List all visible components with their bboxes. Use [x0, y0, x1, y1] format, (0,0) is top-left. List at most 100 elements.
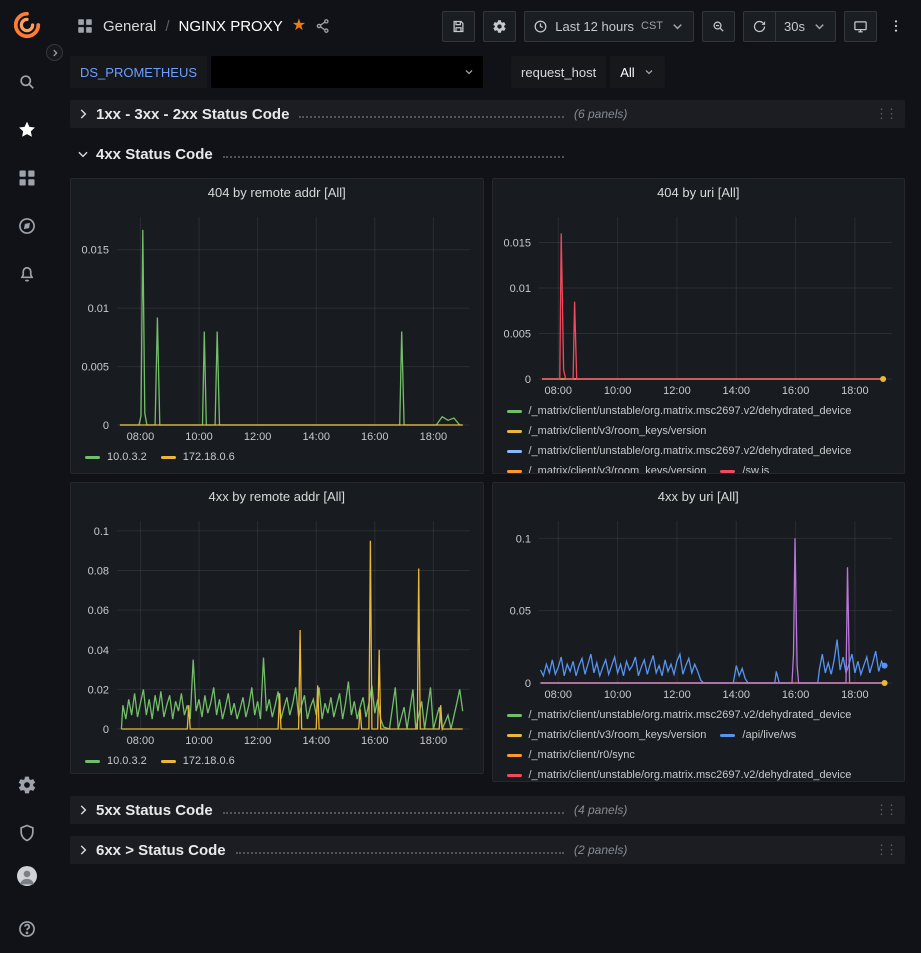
legend-series-label: /_matrix/client/unstable/org.matrix.msc2… — [529, 402, 852, 421]
sidebar-item-starred[interactable] — [0, 106, 54, 154]
svg-text:14:00: 14:00 — [722, 385, 750, 397]
svg-text:16:00: 16:00 — [361, 431, 389, 443]
more-options-button[interactable] — [885, 11, 907, 42]
row-drag-handle[interactable] — [875, 842, 899, 858]
row-title: 6xx > Status Code — [96, 842, 226, 859]
legend-item[interactable]: /_matrix/client/v3/room_keys/version — [507, 462, 707, 474]
svg-text:08:00: 08:00 — [544, 689, 572, 701]
save-dashboard-button[interactable] — [442, 11, 475, 42]
svg-text:0.02: 0.02 — [88, 684, 109, 696]
legend-series-label: /api/live/ws — [742, 726, 796, 745]
legend-item[interactable]: /_matrix/client/unstable/org.matrix.msc2… — [507, 766, 852, 782]
legend-item[interactable]: 172.18.0.6 — [161, 752, 235, 771]
legend-item[interactable]: /_matrix/client/v3/room_keys/version — [507, 726, 707, 745]
svg-text:12:00: 12:00 — [663, 385, 691, 397]
sidebar-item-server-admin[interactable] — [0, 809, 54, 857]
panel-404-by-remote-addr: 404 by remote addr [All] 08:0010:0012:00… — [70, 178, 484, 474]
sidebar-expand-button[interactable] — [46, 44, 63, 61]
refresh-button[interactable] — [743, 11, 776, 42]
svg-text:10:00: 10:00 — [185, 735, 213, 747]
chevron-right-icon — [76, 843, 90, 857]
legend-series-label: /_matrix/client/v3/room_keys/version — [529, 422, 707, 441]
svg-text:14:00: 14:00 — [302, 431, 330, 443]
share-icon[interactable] — [315, 18, 331, 34]
sidebar-item-search[interactable] — [0, 58, 54, 106]
svg-text:12:00: 12:00 — [244, 735, 272, 747]
svg-text:12:00: 12:00 — [663, 689, 691, 701]
favorite-star-icon[interactable]: ★ — [292, 18, 306, 34]
row-drag-handle[interactable] — [875, 106, 899, 122]
chart-legend: 10.0.3.2 172.18.0.6 — [71, 751, 483, 774]
legend-item[interactable]: 172.18.0.6 — [161, 448, 235, 467]
legend-item[interactable]: /_matrix/client/unstable/org.matrix.msc2… — [507, 706, 852, 725]
chevron-right-icon — [76, 803, 90, 817]
legend-series-color — [507, 734, 522, 737]
sidebar-item-profile[interactable] — [0, 857, 54, 905]
legend-series-label: 10.0.3.2 — [107, 448, 147, 467]
legend-item[interactable]: /api/live/ws — [720, 726, 796, 745]
timeseries-chart-4xx-by-remote-addr[interactable]: 08:0010:0012:0014:0016:0018:0000.020.040… — [71, 511, 483, 751]
legend-series-label: /_matrix/client/r0/sync — [529, 746, 635, 765]
sidebar-item-explore[interactable] — [0, 202, 54, 250]
legend-item[interactable]: /_matrix/client/unstable/org.matrix.msc2… — [507, 442, 852, 461]
legend-item[interactable]: /_matrix/client/v3/room_keys/version — [507, 422, 707, 441]
panel-title[interactable]: 4xx by remote addr [All] — [71, 483, 483, 511]
panel-title[interactable]: 404 by remote addr [All] — [71, 179, 483, 207]
svg-text:08:00: 08:00 — [544, 385, 572, 397]
dashboard-title[interactable]: NGINX PROXY — [179, 18, 283, 35]
panel-4xx-by-remote-addr: 4xx by remote addr [All] 08:0010:0012:00… — [70, 482, 484, 774]
grafana-logo[interactable] — [12, 10, 42, 40]
legend-series-color — [507, 430, 522, 433]
request-host-variable-dropdown[interactable]: All — [610, 56, 664, 88]
svg-text:0.06: 0.06 — [88, 605, 109, 617]
datasource-variable-dropdown[interactable] — [211, 56, 483, 88]
dashboard-settings-button[interactable] — [483, 11, 516, 42]
row-drag-handle[interactable] — [875, 802, 899, 818]
timeseries-chart-404-by-uri[interactable]: 08:0010:0012:0014:0016:0018:0000.0050.01… — [493, 207, 905, 401]
chevron-down-icon — [463, 66, 475, 78]
refresh-interval-picker[interactable]: 30s — [776, 11, 836, 42]
breadcrumb-section[interactable]: General — [103, 18, 156, 35]
sidebar-item-help[interactable] — [0, 905, 54, 953]
timeseries-chart-404-by-remote-addr[interactable]: 08:0010:0012:0014:0016:0018:0000.0050.01… — [71, 207, 483, 447]
legend-item[interactable]: 10.0.3.2 — [85, 752, 147, 771]
zoom-out-button[interactable] — [702, 11, 735, 42]
svg-text:0: 0 — [103, 724, 109, 736]
timeseries-chart-4xx-by-uri[interactable]: 08:0010:0012:0014:0016:0018:0000.050.1 — [493, 511, 905, 705]
time-range-picker[interactable]: Last 12 hours CST — [524, 11, 694, 42]
dashboard-row-6xx[interactable]: 6xx > Status Code (2 panels) — [70, 836, 905, 864]
clock-icon — [533, 19, 548, 34]
chevron-down-icon — [643, 66, 655, 78]
row-dotted-leader — [299, 116, 564, 118]
legend-item[interactable]: /sw.js — [720, 462, 769, 474]
legend-item[interactable]: /_matrix/client/unstable/org.matrix.msc2… — [507, 402, 852, 421]
svg-text:0.015: 0.015 — [503, 237, 531, 249]
dashboard-row-1xx-3xx-2xx[interactable]: 1xx - 3xx - 2xx Status Code (6 panels) — [70, 100, 905, 128]
sidebar-item-alerting[interactable] — [0, 250, 54, 298]
kebab-icon — [888, 18, 904, 34]
svg-text:0.005: 0.005 — [503, 328, 531, 340]
svg-text:10:00: 10:00 — [185, 431, 213, 443]
dashboard-row-4xx[interactable]: 4xx Status Code — [70, 140, 905, 168]
legend-item[interactable]: 10.0.3.2 — [85, 448, 147, 467]
sidebar-item-configuration[interactable] — [0, 761, 54, 809]
svg-text:0.08: 0.08 — [88, 566, 109, 578]
svg-text:14:00: 14:00 — [302, 735, 330, 747]
legend-series-label: /sw.js — [742, 462, 769, 474]
svg-text:14:00: 14:00 — [722, 689, 750, 701]
sidebar-item-dashboards[interactable] — [0, 154, 54, 202]
panel-title[interactable]: 404 by uri [All] — [493, 179, 905, 207]
svg-text:0.01: 0.01 — [509, 283, 530, 295]
panel-title[interactable]: 4xx by uri [All] — [493, 483, 905, 511]
legend-series-color — [161, 760, 176, 763]
legend-series-label: /_matrix/client/unstable/org.matrix.msc2… — [529, 706, 852, 725]
tv-mode-button[interactable] — [844, 11, 877, 42]
legend-series-label: /_matrix/client/v3/room_keys/version — [529, 462, 707, 474]
legend-series-color — [720, 470, 735, 473]
dashboard-row-5xx[interactable]: 5xx Status Code (4 panels) — [70, 796, 905, 824]
row-title-wrap: 6xx > Status Code — [96, 842, 574, 859]
svg-text:18:00: 18:00 — [420, 735, 448, 747]
legend-item[interactable]: /_matrix/client/r0/sync — [507, 746, 635, 765]
legend-series-label: 172.18.0.6 — [183, 448, 235, 467]
svg-text:12:00: 12:00 — [244, 431, 272, 443]
